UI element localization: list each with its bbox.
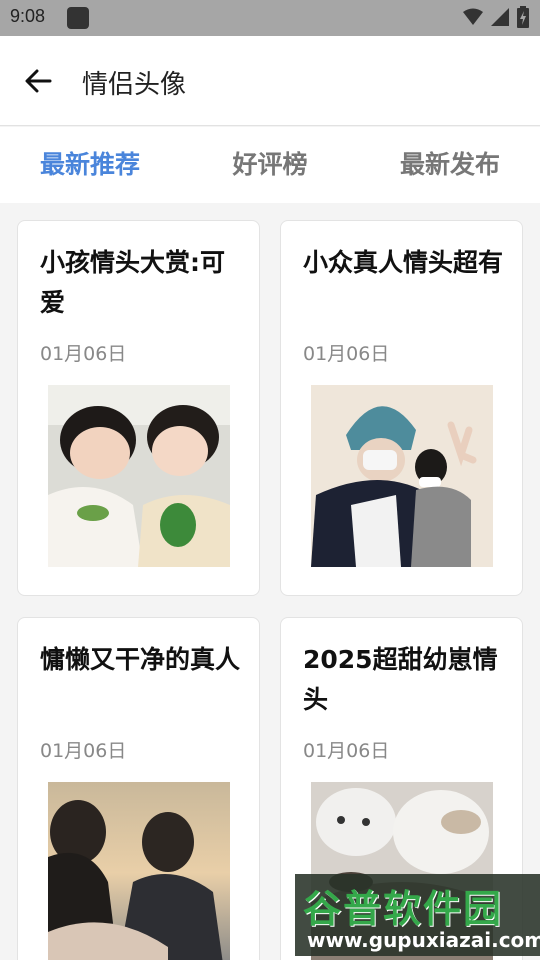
watermark-logo: 谷普软件园 www.gupuxiazai.com (295, 874, 540, 956)
page-title: 情侣头像 (82, 70, 187, 100)
tab-latest-recommended[interactable]: 最新推荐 (0, 127, 180, 203)
tab-latest-published[interactable]: 最新发布 (360, 127, 540, 203)
card-date: 01月06日 (40, 740, 127, 762)
tab-bar: 最新推荐 好评榜 最新发布 (0, 127, 540, 203)
app-notification-icon (67, 7, 89, 29)
app-bar: 情侣头像 (0, 36, 540, 126)
post-card[interactable]: 慵懒又干净的真人 01月06日 (17, 617, 260, 960)
back-button[interactable] (18, 58, 58, 104)
card-title: 小众真人情头超有 (303, 248, 504, 277)
status-time: 9:08 (10, 6, 46, 26)
watermark-title: 谷普软件园 (303, 887, 504, 931)
status-icons (462, 6, 530, 28)
card-thumbnail (311, 385, 493, 567)
tab-top-rated[interactable]: 好评榜 (180, 127, 360, 203)
wifi-icon (463, 8, 483, 25)
card-date: 01月06日 (303, 343, 390, 365)
signal-icon (491, 8, 509, 26)
card-date: 01月06日 (40, 343, 127, 365)
post-card[interactable]: 小众真人情头超有 01月06日 (280, 220, 523, 596)
card-title: 慵懒又干净的真人 (40, 645, 241, 674)
battery-icon (517, 6, 529, 28)
card-thumbnail (48, 782, 230, 960)
content-grid: 小孩情头大赏:可爱 01月06日 小众真人情头超有 01月06日 慵懒又干净的真… (0, 203, 540, 960)
post-card[interactable]: 小孩情头大赏:可爱 01月06日 (17, 220, 260, 596)
card-thumbnail (48, 385, 230, 567)
card-title: 2025超甜幼崽情头 (303, 645, 498, 714)
arrow-left-icon (25, 69, 52, 93)
status-bar: 9:08 (0, 0, 540, 36)
watermark-url: www.gupuxiazai.com (307, 928, 540, 952)
card-title: 小孩情头大赏:可爱 (40, 248, 225, 317)
card-date: 01月06日 (303, 740, 390, 762)
